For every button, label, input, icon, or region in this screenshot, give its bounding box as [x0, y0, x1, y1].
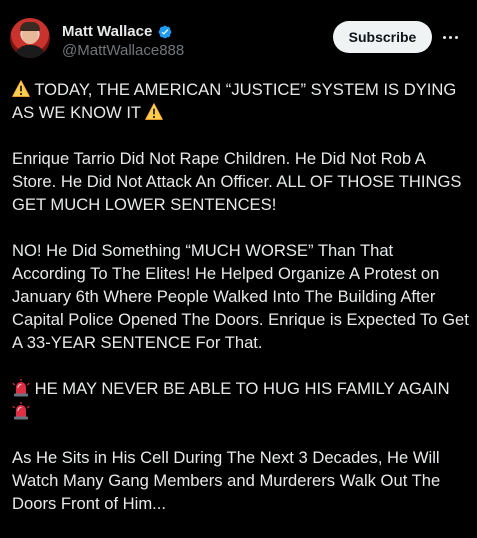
tweet-line-1: TODAY, THE AMERICAN “JUSTICE” SYSTEM IS …	[12, 78, 470, 124]
tweet-paragraph-3: NO! He Did Something “MUCH WORSE” Than T…	[12, 241, 469, 352]
subscribe-button[interactable]: Subscribe	[333, 21, 432, 53]
handle[interactable]: @MattWallace888	[62, 42, 184, 60]
display-name[interactable]: Matt Wallace	[62, 22, 152, 42]
tweet-paragraph-2: Enrique Tarrio Did Not Rape Children. He…	[12, 149, 462, 214]
warning-icon	[145, 103, 164, 120]
more-horizontal-icon[interactable]	[440, 27, 460, 47]
siren-icon	[12, 379, 30, 397]
avatar-shirt	[14, 45, 46, 58]
tweet: Matt Wallace @MattWallace888 Subscribe T…	[0, 0, 477, 513]
avatar-hair	[20, 22, 40, 31]
tweet-headline: TODAY, THE AMERICAN “JUSTICE” SYSTEM IS …	[12, 80, 457, 122]
tweet-header: Matt Wallace @MattWallace888 Subscribe	[0, 0, 477, 70]
avatar[interactable]	[10, 18, 50, 58]
verified-badge-icon	[156, 23, 174, 41]
tweet-text: TODAY, THE AMERICAN “JUSTICE” SYSTEM IS …	[12, 78, 470, 538]
name-row: Matt Wallace	[62, 22, 174, 42]
tweet-alert: HE MAY NEVER BE ABLE TO HUG HIS FAMILY A…	[34, 379, 450, 398]
siren-icon	[12, 402, 30, 420]
warning-icon	[12, 80, 30, 97]
tweet-line-4: HE MAY NEVER BE ABLE TO HUG HIS FAMILY A…	[12, 377, 470, 423]
tweet-paragraph-5: As He Sits in His Cell During The Next 3…	[12, 448, 441, 513]
